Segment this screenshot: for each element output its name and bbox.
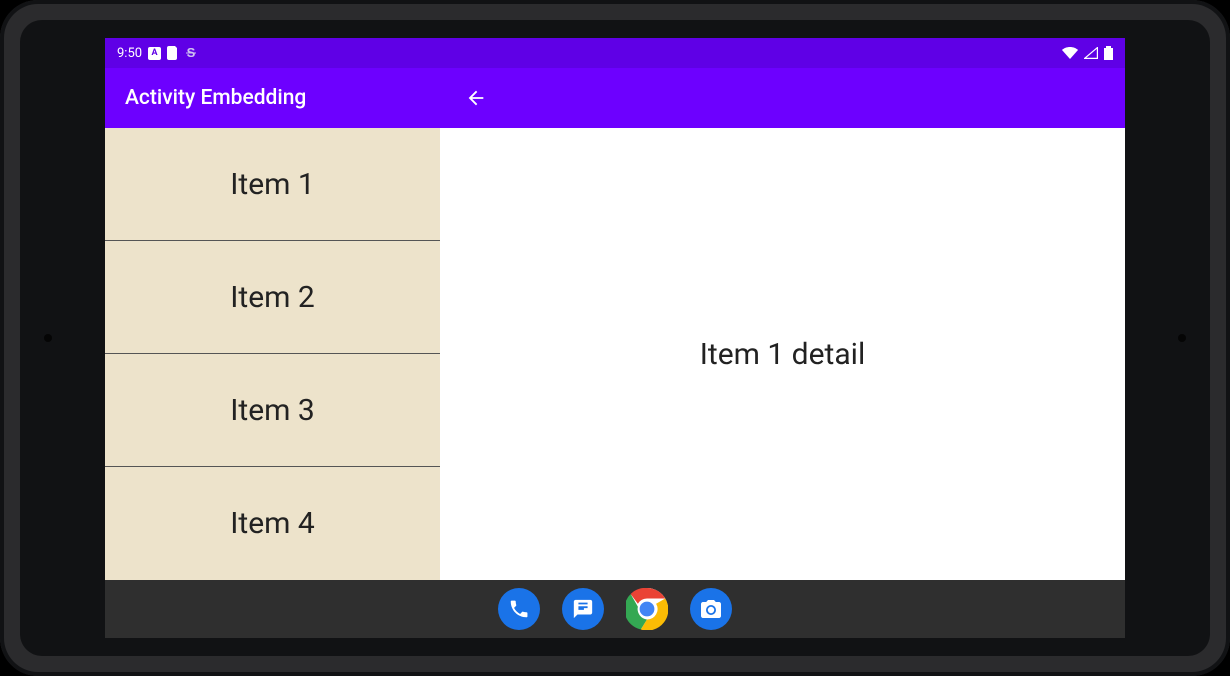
speaker-dot-right [1178, 334, 1186, 342]
status-bar: 9:50 A S [105, 38, 1125, 68]
notification-s-icon: S [185, 46, 197, 60]
chrome-app[interactable] [626, 588, 668, 630]
list-item-label: Item 3 [230, 393, 315, 428]
back-button[interactable] [465, 68, 487, 128]
content-split: Item 1 Item 2 Item 3 Item 4 Item 1 detai… [105, 128, 1125, 580]
messages-icon [572, 598, 594, 620]
list-item-label: Item 1 [230, 167, 315, 202]
list-item-2[interactable]: Item 2 [105, 241, 440, 354]
battery-icon [1104, 46, 1113, 60]
speaker-dot-left [44, 334, 52, 342]
notification-card-icon [167, 46, 179, 60]
phone-icon [508, 598, 530, 620]
list-item-4[interactable]: Item 4 [105, 467, 440, 580]
status-bar-right [1062, 46, 1113, 60]
list-item-1[interactable]: Item 1 [105, 128, 440, 241]
status-time: 9:50 [117, 46, 142, 61]
device-screen: 9:50 A S [105, 38, 1125, 638]
chrome-icon [626, 588, 668, 630]
wifi-icon [1062, 47, 1078, 59]
list-pane[interactable]: Item 1 Item 2 Item 3 Item 4 [105, 128, 440, 580]
list-item-label: Item 2 [230, 280, 315, 315]
status-bar-left: 9:50 A S [117, 46, 197, 61]
camera-app[interactable] [690, 588, 732, 630]
tablet-frame: 9:50 A S [0, 0, 1230, 676]
detail-text: Item 1 detail [700, 337, 865, 372]
notification-a-icon: A [148, 47, 161, 60]
cell-signal-icon [1084, 47, 1098, 59]
app-bar-title: Activity Embedding [105, 86, 306, 110]
list-item-3[interactable]: Item 3 [105, 354, 440, 467]
detail-pane: Item 1 detail [440, 128, 1125, 580]
nav-bar [105, 580, 1125, 638]
list-item-label: Item 4 [230, 506, 315, 541]
arrow-back-icon [465, 87, 487, 109]
app-bar: Activity Embedding [105, 68, 1125, 128]
messages-app[interactable] [562, 588, 604, 630]
phone-app[interactable] [498, 588, 540, 630]
camera-icon [699, 597, 723, 621]
